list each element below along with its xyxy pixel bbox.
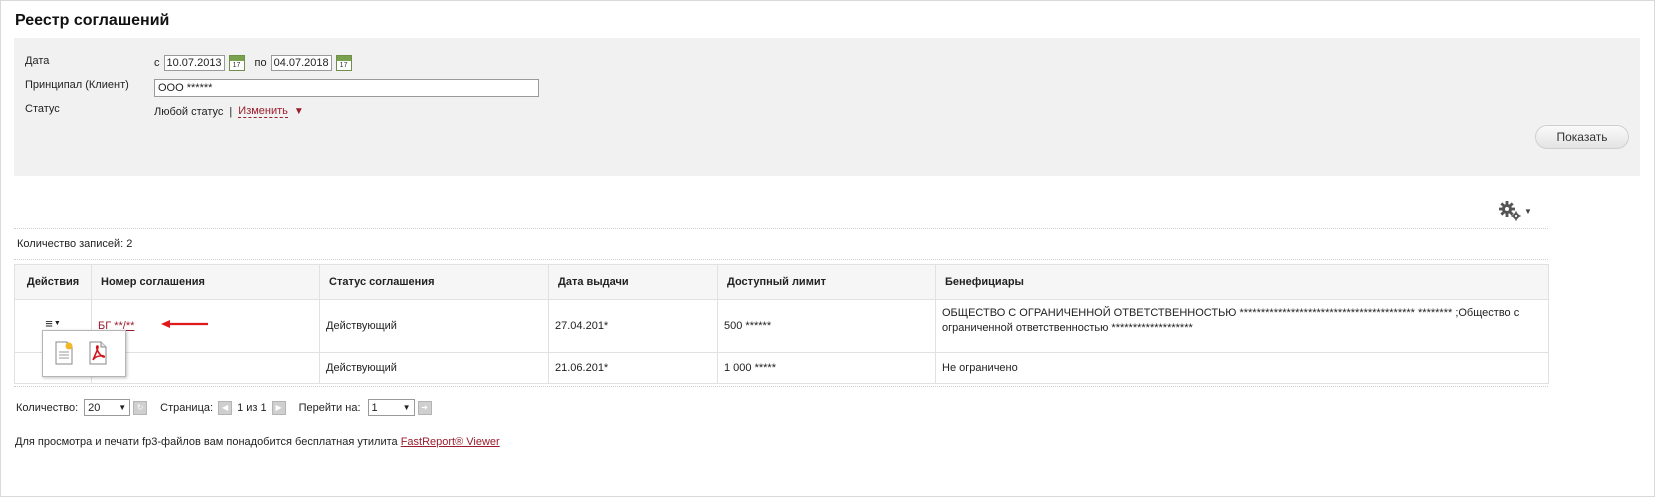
col-actions[interactable]: Действия bbox=[14, 264, 92, 300]
goto-page-select[interactable]: 1 ▼ bbox=[367, 399, 415, 416]
row-date-cell: 21.06.201* bbox=[548, 352, 718, 384]
status-value: Любой статус bbox=[154, 105, 224, 118]
pdf-icon[interactable] bbox=[88, 341, 108, 365]
triangle-down-icon[interactable]: ▼ bbox=[294, 106, 304, 117]
actions-popup-menu bbox=[42, 330, 126, 377]
go-arrow-icon[interactable]: ➜ bbox=[417, 400, 432, 415]
date-range: с 10.07.2013 17 по 04.07.2018 17 bbox=[154, 55, 352, 71]
agreements-table: Действия Номер соглашения Статус соглаше… bbox=[14, 264, 1549, 384]
col-beneficiaries[interactable]: Бенефициары bbox=[935, 264, 1549, 300]
page-title: Реестр соглашений bbox=[15, 12, 170, 29]
col-date[interactable]: Дата выдачи bbox=[548, 264, 718, 300]
status-separator: | bbox=[229, 105, 233, 118]
date-to-prefix: по bbox=[254, 57, 267, 69]
date-label: Дата bbox=[25, 55, 50, 67]
red-arrow-annotation bbox=[161, 320, 208, 328]
goto-value: 1 bbox=[371, 401, 378, 414]
refresh-icon[interactable]: ↻ bbox=[133, 400, 148, 415]
settings-menu[interactable]: ▼ bbox=[1498, 200, 1534, 222]
show-button[interactable]: Показать bbox=[1535, 125, 1629, 149]
calendar-day: 17 bbox=[339, 62, 348, 69]
page-size-select[interactable]: 20 ▼ bbox=[84, 399, 131, 416]
row-status-cell: Действующий bbox=[319, 352, 549, 384]
client-label: Принципал (Клиент) bbox=[25, 79, 129, 91]
page-label: Страница: bbox=[160, 401, 214, 414]
divider bbox=[14, 228, 1548, 229]
fastreport-link[interactable]: FastReport® Viewer bbox=[401, 436, 500, 448]
calendar-icon[interactable]: 17 bbox=[335, 55, 352, 71]
status-label: Статус bbox=[25, 103, 60, 115]
calendar-day: 17 bbox=[232, 62, 241, 69]
next-page-icon[interactable]: ▶ bbox=[271, 400, 286, 415]
table-row: ≡ ▼ БГ **/** Действующий 27.04.201* 500 *… bbox=[14, 299, 1549, 353]
records-count: Количество записей: 2 bbox=[17, 238, 133, 250]
caret-down-icon: ▼ bbox=[1524, 206, 1532, 216]
chevron-down-icon: ▼ bbox=[118, 403, 127, 412]
document-icon[interactable] bbox=[54, 341, 74, 365]
actions-menu-icon[interactable]: ≡ ▼ bbox=[45, 316, 61, 331]
table-header: Действия Номер соглашения Статус соглаше… bbox=[14, 264, 1549, 300]
calendar-icon[interactable]: 17 bbox=[228, 55, 245, 71]
row-beneficiary-cell: ОБЩЕСТВО С ОГРАНИЧЕННОЙ ОТВЕТСТВЕННОСТЬЮ… bbox=[935, 299, 1549, 353]
status-change-link[interactable]: Изменить bbox=[238, 105, 288, 118]
page-size-label: Количество: bbox=[16, 401, 79, 414]
col-number[interactable]: Номер соглашения bbox=[91, 264, 320, 300]
date-to-input[interactable]: 04.07.2018 bbox=[270, 55, 332, 71]
divider bbox=[14, 386, 1548, 387]
page-size-value: 20 bbox=[88, 401, 101, 414]
row-limit-cell: 500 ****** bbox=[717, 299, 936, 353]
table-row: Действующий 21.06.201* 1 000 ***** Не ог… bbox=[14, 352, 1549, 384]
row-date-cell: 27.04.201* bbox=[548, 299, 718, 353]
client-input[interactable]: ООО ****** bbox=[154, 79, 539, 97]
status-filter: Любой статус | Изменить ▼ bbox=[154, 105, 304, 118]
col-status[interactable]: Статус соглашения bbox=[319, 264, 549, 300]
page-info: 1 из 1 bbox=[237, 401, 267, 414]
date-from-input[interactable]: 10.07.2013 bbox=[163, 55, 225, 71]
gear-icon bbox=[1499, 201, 1521, 221]
goto-label: Перейти на: bbox=[298, 401, 361, 414]
col-limit[interactable]: Доступный лимит bbox=[717, 264, 936, 300]
footer-text: Для просмотра и печати fp3-файлов вам по… bbox=[15, 436, 401, 448]
row-beneficiary-cell: Не ограничено bbox=[935, 352, 1549, 384]
chevron-down-icon: ▼ bbox=[402, 403, 411, 412]
prev-page-icon[interactable]: ◀ bbox=[218, 400, 233, 415]
divider bbox=[14, 259, 1548, 260]
filter-panel: Дата с 10.07.2013 17 по 04.07.2018 17 Пр… bbox=[14, 38, 1640, 176]
date-from-prefix: с bbox=[154, 57, 160, 69]
row-limit-cell: 1 000 ***** bbox=[717, 352, 936, 384]
row-status-cell: Действующий bbox=[319, 299, 549, 353]
footer-note: Для просмотра и печати fp3-файлов вам по… bbox=[15, 436, 500, 448]
pager: Количество: 20 ▼ ↻ Страница: ◀ 1 из 1 ▶ … bbox=[16, 399, 432, 416]
